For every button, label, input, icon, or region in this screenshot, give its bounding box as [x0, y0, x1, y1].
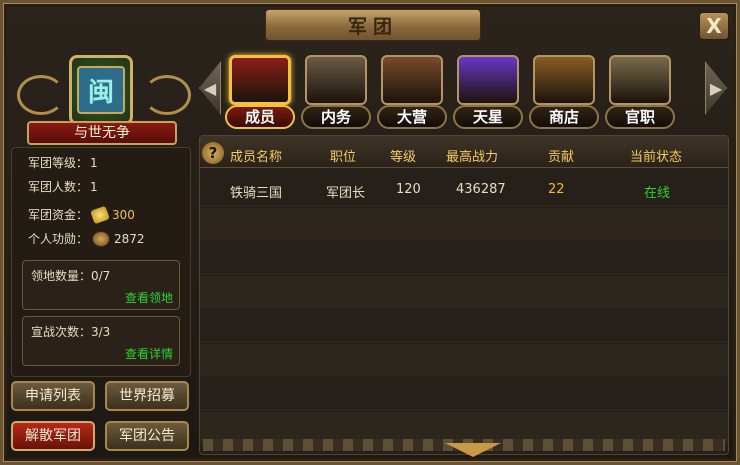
- legion-level-value: 1: [90, 156, 98, 170]
- tab-camp-image: [381, 55, 443, 105]
- window-title-bar: 军团: [265, 9, 481, 41]
- legion-funds-value: 300: [112, 208, 135, 222]
- tab-camp-label: 大营: [377, 105, 447, 129]
- empty-row: [200, 242, 728, 274]
- tab-members[interactable]: 成员: [225, 53, 295, 133]
- header-position: 职位: [330, 150, 357, 165]
- help-icon[interactable]: ?: [202, 142, 224, 164]
- member-table: ? 成员名称 职位 等级 最高战力 贡献 当前状态 铁骑三国 军团长 120 4…: [199, 135, 729, 455]
- header-level: 等级: [390, 150, 417, 165]
- tab-internal-affairs-label: 内务: [301, 105, 371, 129]
- tab-internal-affairs-image: [305, 55, 367, 105]
- merit-badge-icon: [92, 231, 111, 247]
- view-details-link[interactable]: 查看详情: [125, 345, 173, 362]
- apply-list-button[interactable]: 申请列表: [11, 381, 95, 411]
- tab-strip: ◀ 成员 内务 大营 天星 商店 官职 ▶: [199, 47, 731, 131]
- legion-name: 与世无争: [27, 121, 177, 145]
- personal-merit-label: 个人功勋：: [28, 232, 89, 246]
- close-button[interactable]: X: [699, 12, 729, 40]
- territory-count: 领地数量：0/7: [31, 269, 111, 283]
- tab-members-label: 成员: [225, 105, 295, 129]
- war-declaration-count: 宣战次数：3/3: [31, 325, 111, 339]
- tab-camp[interactable]: 大营: [377, 53, 447, 133]
- legion-emblem: 闽: [69, 55, 133, 125]
- table-row[interactable]: 铁骑三国 军团长 120 436287 22 在线: [200, 174, 728, 206]
- world-recruit-button[interactable]: 世界招募: [105, 381, 189, 411]
- tab-stars-image: [457, 55, 519, 105]
- legion-members: 军团人数： 1: [28, 178, 98, 196]
- legion-funds-label: 军团资金：: [28, 208, 89, 222]
- member-table-header: ? 成员名称 职位 等级 最高战力 贡献 当前状态: [200, 136, 728, 168]
- tab-shop-label: 商店: [529, 105, 599, 129]
- war-declaration-box: 宣战次数：3/3 查看详情: [22, 316, 180, 366]
- emblem-ornament-right: [143, 75, 191, 115]
- emblem-ornament-left: [17, 75, 65, 115]
- tab-stars[interactable]: 天星: [453, 53, 523, 133]
- personal-merit-value: 2872: [114, 232, 145, 246]
- personal-merit: 个人功勋： 2872: [28, 230, 145, 248]
- legion-emblem-icon: 闽: [77, 66, 125, 114]
- legion-announcement-button[interactable]: 军团公告: [105, 421, 189, 451]
- legion-level: 军团等级： 1: [28, 154, 98, 172]
- legion-level-label: 军团等级：: [28, 156, 89, 170]
- cell-level: 120: [396, 182, 421, 197]
- tab-shop-image: [533, 55, 595, 105]
- tab-scroll-left-arrow-icon[interactable]: ◀: [199, 61, 221, 115]
- disband-legion-button[interactable]: 解散军团: [11, 421, 95, 451]
- tab-internal-affairs[interactable]: 内务: [301, 53, 371, 133]
- legion-window: 军团 X 闽 与世无争 军团等级： 1 军团人数： 1 军团资金： 300 个人…: [0, 0, 740, 465]
- tab-shop[interactable]: 商店: [529, 53, 599, 133]
- territory-box: 领地数量：0/7 查看领地: [22, 260, 180, 310]
- cell-max-power: 436287: [456, 182, 506, 197]
- header-contribution: 贡献: [548, 150, 575, 165]
- view-territory-link[interactable]: 查看领地: [125, 289, 173, 306]
- legion-info-panel: 闽 与世无争 军团等级： 1 军团人数： 1 军团资金： 300 个人功勋： 2…: [11, 47, 197, 457]
- gold-coin-icon: [90, 205, 110, 225]
- empty-row: [200, 344, 728, 376]
- legion-funds: 军团资金： 300: [28, 205, 135, 225]
- window-title: 军团: [347, 15, 398, 38]
- cell-status: 在线: [644, 186, 671, 201]
- cell-position: 军团长: [326, 186, 366, 201]
- tab-members-image: [229, 55, 291, 105]
- tab-official-positions-image: [609, 55, 671, 105]
- cell-member-name: 铁骑三国: [230, 186, 283, 201]
- cell-contribution: 22: [548, 182, 565, 197]
- legion-stats: 军团等级： 1 军团人数： 1 军团资金： 300 个人功勋： 2872 领地数…: [11, 147, 191, 377]
- header-status: 当前状态: [630, 150, 683, 165]
- tab-stars-label: 天星: [453, 105, 523, 129]
- header-member-name: 成员名称: [230, 150, 283, 165]
- legion-members-label: 军团人数：: [28, 180, 89, 194]
- legion-members-value: 1: [90, 180, 98, 194]
- empty-row: [200, 310, 728, 342]
- empty-row: [200, 276, 728, 308]
- header-max-power: 最高战力: [446, 150, 499, 165]
- tab-official-positions[interactable]: 官职: [605, 53, 675, 133]
- empty-row: [200, 378, 728, 410]
- tab-scroll-right-arrow-icon[interactable]: ▶: [705, 61, 727, 115]
- tab-official-positions-label: 官职: [605, 105, 675, 129]
- empty-row: [200, 208, 728, 240]
